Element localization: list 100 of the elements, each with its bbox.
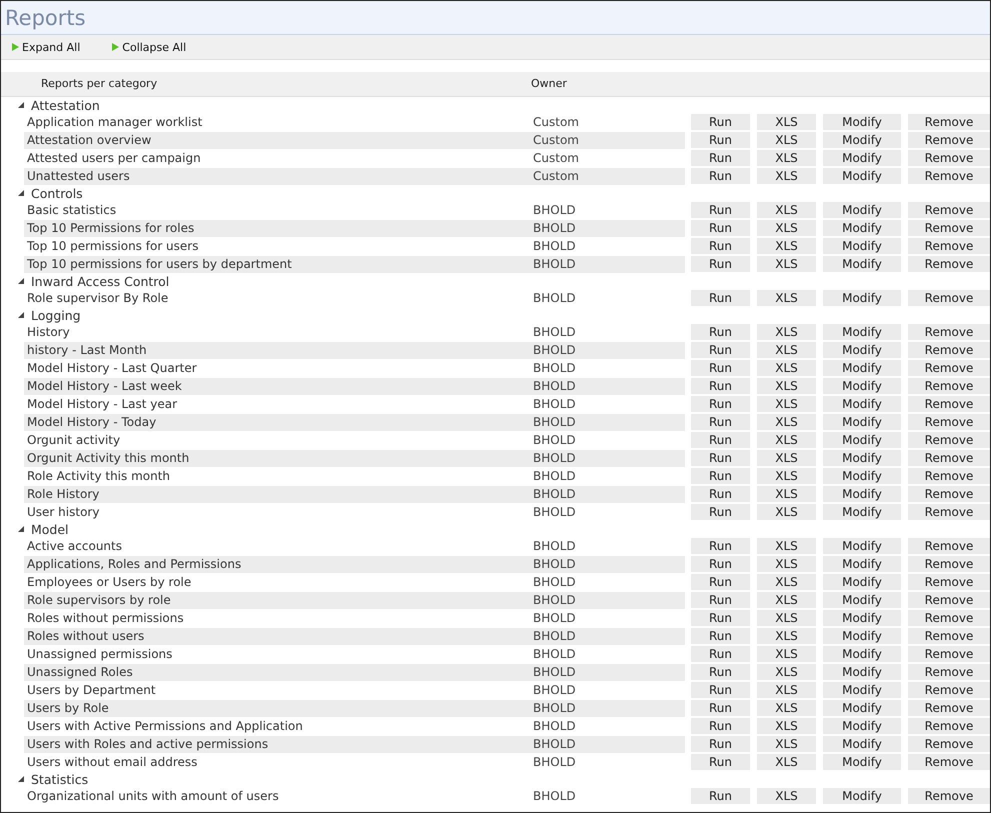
action-button[interactable]: Run <box>691 682 750 698</box>
action-button[interactable]: Modify <box>823 256 901 272</box>
action-button[interactable]: XLS <box>757 150 816 166</box>
action-button[interactable]: Run <box>691 290 750 306</box>
action-button[interactable]: Remove <box>908 700 990 716</box>
action-button[interactable]: XLS <box>757 468 816 484</box>
action-button[interactable]: Modify <box>823 202 901 218</box>
action-button[interactable]: Modify <box>823 342 901 358</box>
action-button[interactable]: XLS <box>757 414 816 430</box>
action-button[interactable]: XLS <box>757 132 816 148</box>
action-button[interactable]: Remove <box>908 414 990 430</box>
action-button[interactable]: Modify <box>823 450 901 466</box>
action-button[interactable]: Modify <box>823 468 901 484</box>
action-button[interactable]: Remove <box>908 202 990 218</box>
action-button[interactable]: XLS <box>757 574 816 590</box>
action-button[interactable]: Remove <box>908 486 990 502</box>
action-button[interactable]: Modify <box>823 700 901 716</box>
action-button[interactable]: Run <box>691 168 750 184</box>
expanded-triangle-icon[interactable] <box>18 776 24 782</box>
action-button[interactable]: XLS <box>757 682 816 698</box>
action-button[interactable]: XLS <box>757 646 816 662</box>
action-button[interactable]: XLS <box>757 378 816 394</box>
action-button[interactable]: XLS <box>757 736 816 752</box>
action-button[interactable]: Modify <box>823 378 901 394</box>
action-button[interactable]: Modify <box>823 150 901 166</box>
action-button[interactable]: Run <box>691 754 750 770</box>
action-button[interactable]: Remove <box>908 360 990 376</box>
action-button[interactable]: Run <box>691 718 750 734</box>
action-button[interactable]: Remove <box>908 788 990 804</box>
action-button[interactable]: Remove <box>908 646 990 662</box>
action-button[interactable]: Modify <box>823 538 901 554</box>
action-button[interactable]: Modify <box>823 628 901 644</box>
action-button[interactable]: Modify <box>823 396 901 412</box>
action-button[interactable]: Modify <box>823 556 901 572</box>
action-button[interactable]: Modify <box>823 788 901 804</box>
action-button[interactable]: Remove <box>908 150 990 166</box>
action-button[interactable]: Modify <box>823 504 901 520</box>
action-button[interactable]: Run <box>691 556 750 572</box>
action-button[interactable]: Remove <box>908 238 990 254</box>
action-button[interactable]: Run <box>691 396 750 412</box>
expanded-triangle-icon[interactable] <box>18 312 24 318</box>
action-button[interactable]: Run <box>691 700 750 716</box>
action-button[interactable]: XLS <box>757 556 816 572</box>
action-button[interactable]: Modify <box>823 220 901 236</box>
action-button[interactable]: Remove <box>908 592 990 608</box>
action-button[interactable]: Run <box>691 256 750 272</box>
action-button[interactable]: Run <box>691 342 750 358</box>
action-button[interactable]: Modify <box>823 592 901 608</box>
action-button[interactable]: Remove <box>908 378 990 394</box>
action-button[interactable]: Modify <box>823 238 901 254</box>
action-button[interactable]: XLS <box>757 168 816 184</box>
action-button[interactable]: XLS <box>757 700 816 716</box>
action-button[interactable]: Modify <box>823 574 901 590</box>
action-button[interactable]: XLS <box>757 592 816 608</box>
action-button[interactable]: Remove <box>908 450 990 466</box>
toolbar-link[interactable]: Collapse All <box>112 40 186 54</box>
action-button[interactable]: XLS <box>757 342 816 358</box>
action-button[interactable]: Run <box>691 378 750 394</box>
expanded-triangle-icon[interactable] <box>18 278 24 284</box>
action-button[interactable]: XLS <box>757 324 816 340</box>
action-button[interactable]: Modify <box>823 610 901 626</box>
action-button[interactable]: Modify <box>823 718 901 734</box>
action-button[interactable]: XLS <box>757 220 816 236</box>
category-name[interactable]: Logging <box>31 308 81 322</box>
action-button[interactable]: XLS <box>757 360 816 376</box>
action-button[interactable]: XLS <box>757 504 816 520</box>
action-button[interactable]: XLS <box>757 538 816 554</box>
action-button[interactable]: Modify <box>823 664 901 680</box>
action-button[interactable]: XLS <box>757 396 816 412</box>
expanded-triangle-icon[interactable] <box>18 102 24 108</box>
action-button[interactable]: Modify <box>823 736 901 752</box>
action-button[interactable]: Run <box>691 150 750 166</box>
action-button[interactable]: Run <box>691 736 750 752</box>
action-button[interactable]: Remove <box>908 220 990 236</box>
action-button[interactable]: Modify <box>823 114 901 130</box>
action-button[interactable]: Remove <box>908 556 990 572</box>
action-button[interactable]: Remove <box>908 324 990 340</box>
action-button[interactable]: Modify <box>823 324 901 340</box>
action-button[interactable]: Remove <box>908 504 990 520</box>
action-button[interactable]: Run <box>691 414 750 430</box>
action-button[interactable]: Modify <box>823 682 901 698</box>
category-name[interactable]: Statistics <box>31 772 88 786</box>
action-button[interactable]: Run <box>691 504 750 520</box>
action-button[interactable]: Modify <box>823 290 901 306</box>
action-button[interactable]: Run <box>691 468 750 484</box>
action-button[interactable]: XLS <box>757 450 816 466</box>
category-name[interactable]: Model <box>31 522 69 536</box>
action-button[interactable]: XLS <box>757 664 816 680</box>
action-button[interactable]: Run <box>691 646 750 662</box>
action-button[interactable]: Run <box>691 486 750 502</box>
action-button[interactable]: Remove <box>908 342 990 358</box>
action-button[interactable]: Run <box>691 628 750 644</box>
expanded-triangle-icon[interactable] <box>18 526 24 532</box>
action-button[interactable]: Remove <box>908 396 990 412</box>
action-button[interactable]: Run <box>691 114 750 130</box>
action-button[interactable]: Run <box>691 610 750 626</box>
action-button[interactable]: XLS <box>757 628 816 644</box>
action-button[interactable]: Remove <box>908 432 990 448</box>
action-button[interactable]: XLS <box>757 754 816 770</box>
action-button[interactable]: Remove <box>908 468 990 484</box>
